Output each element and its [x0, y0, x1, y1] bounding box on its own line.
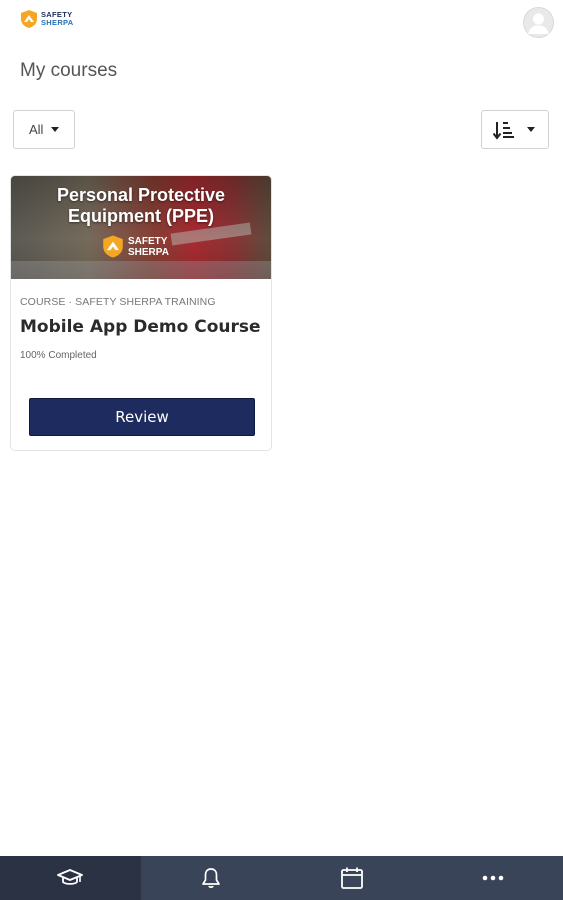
course-image-logo: SAFETY SHERPA: [102, 234, 169, 259]
sort-dropdown-button[interactable]: [481, 110, 549, 149]
chevron-down-icon: [527, 127, 535, 132]
shield-logo-icon: [103, 235, 123, 258]
user-avatar-icon[interactable]: [523, 7, 554, 38]
course-image[interactable]: Personal Protective Equipment (PPE) SAFE…: [11, 176, 271, 279]
nav-calendar[interactable]: [282, 856, 423, 900]
nav-notifications[interactable]: [141, 856, 282, 900]
graduation-cap-icon: [57, 869, 84, 885]
nav-my-courses[interactable]: [0, 856, 141, 900]
course-name-link[interactable]: Mobile App Demo Course: [20, 317, 262, 338]
calendar-icon: [340, 867, 363, 889]
more-icon: [482, 875, 503, 881]
bell-icon: [202, 868, 220, 888]
page-title: My courses: [20, 60, 118, 81]
course-card[interactable]: Personal Protective Equipment (PPE) SAFE…: [10, 175, 272, 451]
sort-descending-icon: [493, 121, 514, 140]
course-progress-text: 100% Completed: [20, 350, 97, 361]
course-category: COURSE · SAFETY SHERPA TRAINING: [20, 296, 216, 308]
filter-selected-label: All: [29, 122, 44, 137]
course-filter-dropdown[interactable]: All: [13, 110, 75, 149]
safety-sherpa-logo[interactable]: SAFETY SHERPA: [20, 9, 74, 29]
app-header: SAFETY SHERPA: [0, 0, 563, 44]
review-button[interactable]: Review: [29, 398, 255, 436]
course-image-title: Personal Protective Equipment (PPE): [56, 185, 226, 226]
logo-line2: SHERPA: [41, 18, 74, 27]
bottom-navigation: [0, 856, 563, 900]
nav-more[interactable]: [422, 856, 563, 900]
shield-logo-icon: [21, 10, 37, 28]
chevron-down-icon: [51, 127, 60, 132]
